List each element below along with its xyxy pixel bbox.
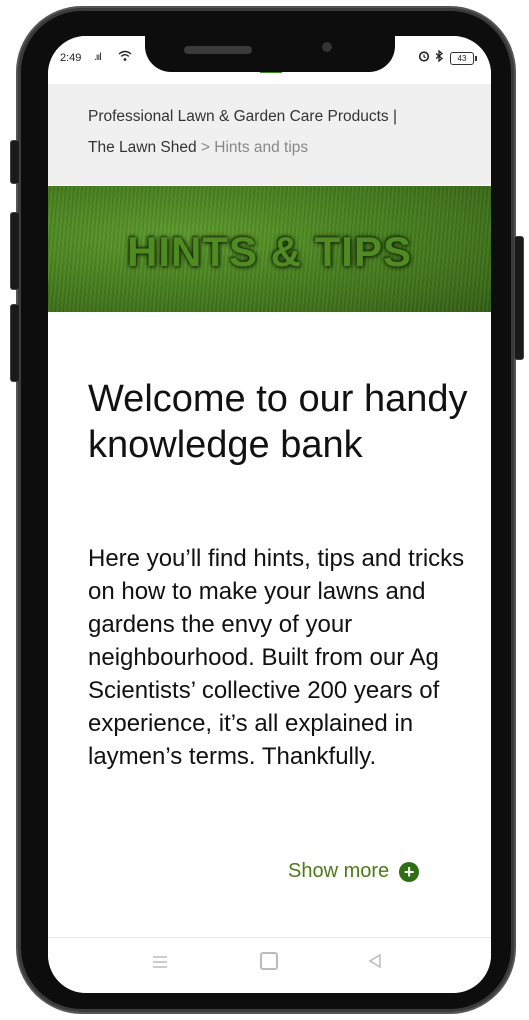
breadcrumb-home-link[interactable]: Professional Lawn & Garden Care Products… (88, 108, 397, 126)
hero-banner: HINTS & TIPS (48, 186, 491, 312)
breadcrumb-home-link-cont[interactable]: The Lawn Shed (88, 139, 197, 156)
side-button-top (10, 140, 20, 184)
speaker-grille (184, 46, 252, 54)
volume-down-button (10, 304, 20, 382)
breadcrumb-line-2: The Lawn Shed > Hints and tips (88, 139, 308, 157)
back-triangle-icon[interactable] (368, 952, 382, 975)
breadcrumb-separator: > (200, 139, 210, 156)
alarm-icon (418, 50, 430, 65)
battery-icon: 43 (450, 52, 477, 65)
breadcrumb: Professional Lawn & Garden Care Products… (48, 84, 491, 185)
volume-up-button (10, 212, 20, 290)
signal-icon: .ııl (94, 52, 102, 63)
wifi-icon (118, 50, 132, 65)
power-button (514, 236, 524, 360)
front-camera (322, 42, 332, 52)
banner-title: HINTS & TIPS (126, 228, 413, 275)
status-time: 2:49 (60, 52, 82, 64)
breadcrumb-current: Hints and tips (214, 139, 309, 156)
show-more-label: Show more (288, 860, 390, 882)
show-more-button[interactable]: Show more + (288, 860, 420, 883)
intro-paragraph: Here you’ll find hints, tips and tricks … (88, 545, 465, 770)
bluetooth-icon (434, 49, 444, 65)
phone-screen: 2:49 .ııl 43 Professional Lawn & Garden … (48, 36, 491, 993)
menu-icon[interactable] (152, 952, 168, 975)
phone-notch (145, 36, 395, 72)
system-nav-bar (48, 937, 491, 993)
page-heading: Welcome to our handy knowledge bank (88, 378, 468, 466)
home-square-icon[interactable] (260, 952, 278, 976)
plus-circle-icon: + (399, 861, 420, 882)
main-content: Welcome to our handy knowledge bank Here… (48, 312, 491, 937)
